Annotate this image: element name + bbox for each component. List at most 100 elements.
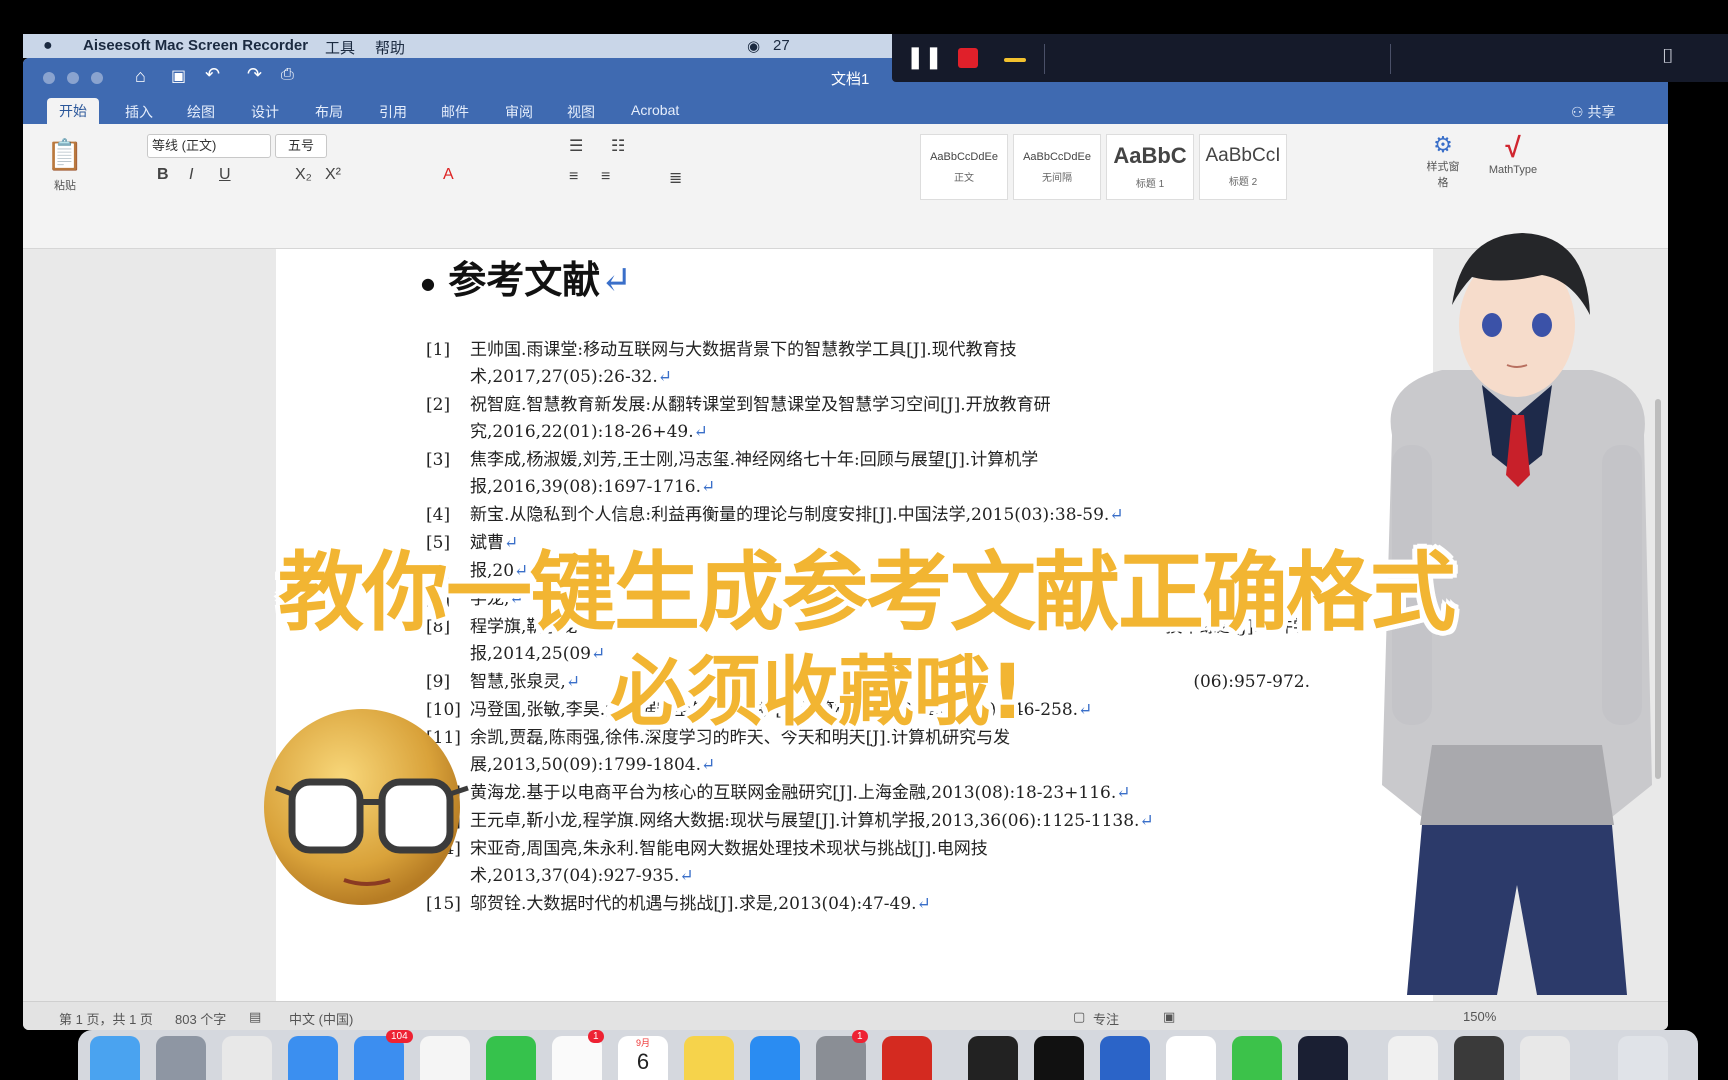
save-icon[interactable]: ▣ (171, 66, 186, 86)
reference-item: [14]宋亚奇,周国亮,朱永利.智能电网大数据处理技术现状与挑战[J].电网技术… (426, 836, 1306, 890)
paste-button[interactable]: 📋 粘贴 (45, 138, 85, 208)
reminders-icon[interactable]: 1 (552, 1030, 604, 1080)
font-color-icon[interactable]: A (443, 166, 454, 184)
recent-window-thumbnail[interactable] (1520, 1036, 1570, 1080)
reference-text: 黄海龙.基于以电商平台为核心的互联网金融研究[J].上海金融,2013(08):… (470, 780, 1310, 807)
style-heading-2[interactable]: AaBbCcI 标题 2 (1199, 134, 1287, 200)
apple-icon[interactable]: ● (43, 37, 53, 55)
reference-item: [2] 祝智庭.智慧教育新发展:从翻转课堂到智慧课堂及智慧学习空间[J].开放教育… (426, 392, 1306, 446)
undo-icon[interactable]: ↶ (205, 64, 220, 85)
mac-dock: 104 1 9月 6 1 (78, 1030, 1698, 1080)
tab-acrobat[interactable]: Acrobat (631, 102, 679, 118)
proofing-icon[interactable]: ▤ (249, 1009, 261, 1025)
zoom-window-button[interactable] (91, 72, 103, 84)
references-heading: ● 参考文献↵ (421, 249, 632, 304)
app-store-icon[interactable] (750, 1036, 800, 1080)
facetime-icon[interactable] (486, 1036, 536, 1080)
acrobat-icon[interactable] (882, 1036, 932, 1080)
mail-icon[interactable]: 104 (354, 1030, 413, 1080)
redo-icon[interactable]: ↷ (247, 64, 262, 85)
subscript-icon[interactable]: X₂ (295, 166, 312, 184)
paragraph-mark-icon: ↵ (565, 672, 581, 692)
recent-window-thumbnail[interactable] (1388, 1036, 1438, 1080)
bullets-icon[interactable]: ☰ (569, 136, 583, 156)
menu-help[interactable]: 帮助 (375, 37, 405, 58)
word-count[interactable]: 803 个字 (175, 1009, 226, 1028)
tab-design[interactable]: 设计 (251, 102, 279, 122)
document-title: 文档1 (831, 71, 870, 88)
camera-icon[interactable]: ⌷ (1662, 46, 1674, 69)
style-normal[interactable]: AaBbCcDdEe 正文 (920, 134, 1008, 200)
minimize-window-button[interactable] (67, 72, 79, 84)
tab-review[interactable]: 审阅 (505, 102, 533, 122)
reference-number: [1] (426, 340, 451, 360)
settings-icon[interactable]: 1 (816, 1030, 868, 1080)
bold-icon[interactable]: B (157, 166, 169, 184)
font-name-select[interactable]: 等线 (正文) (147, 134, 271, 158)
styles-pane-button[interactable]: ⚙ 样式窗格 (1423, 132, 1463, 190)
app-name[interactable]: Aiseesoft Mac Screen Recorder (83, 37, 308, 54)
menu-tools[interactable]: 工具 (325, 37, 355, 58)
numbering-icon[interactable]: ☷ (611, 136, 625, 156)
capcut-icon[interactable] (1034, 1036, 1084, 1080)
safari-icon[interactable] (288, 1036, 338, 1080)
reference-item: [3] 焦李成,杨淑媛,刘芳,王士刚,冯志玺.神经网络七十年:回顾与展望[J].计… (426, 447, 1306, 501)
reference-text: 焦李成,杨淑媛,刘芳,王士刚,冯志玺.神经网络七十年:回顾与展望[J].计算机学… (470, 447, 1310, 501)
tab-view[interactable]: 视图 (567, 102, 595, 122)
wechat-dock-icon[interactable] (1232, 1036, 1282, 1080)
tab-draw[interactable]: 绘图 (187, 102, 215, 122)
tab-insert[interactable]: 插入 (125, 102, 153, 122)
chrome-icon[interactable] (222, 1036, 272, 1080)
reference-item: [15] 邬贺铨.大数据时代的机遇与挑战[J].求是,2013(04):47-49… (426, 891, 1306, 918)
justify-icon[interactable]: ≣ (669, 168, 682, 188)
focus-icon[interactable]: ▢ (1073, 1009, 1085, 1025)
superscript-icon[interactable]: X² (325, 166, 341, 184)
terminal-icon[interactable] (968, 1036, 1018, 1080)
style-heading-1[interactable]: AaBbC 标题 1 (1106, 134, 1194, 200)
recorder-dock-icon[interactable] (1298, 1036, 1348, 1080)
focus-label[interactable]: 专注 (1093, 1009, 1119, 1028)
share-button[interactable]: ⚇ 共享 (1571, 102, 1615, 122)
underline-icon[interactable]: U (219, 166, 231, 184)
pause-icon[interactable]: ❚❚ (906, 44, 943, 70)
word-icon[interactable] (1100, 1036, 1150, 1080)
print-icon[interactable]: ⎙ (281, 66, 294, 84)
finder-icon[interactable] (90, 1036, 140, 1080)
mathtype-label: MathType (1488, 164, 1538, 176)
caption-line-2: 必须收藏哦! (610, 630, 1025, 740)
paragraph-mark-icon: ↵ (600, 258, 633, 302)
reference-text: 祝智庭.智慧教育新发展:从翻转课堂到智慧课堂及智慧学习空间[J].开放教育研 究,… (470, 392, 1310, 446)
style-name: 标题 2 (1228, 177, 1258, 188)
language[interactable]: 中文 (中国) (289, 1009, 353, 1028)
align-left-icon[interactable]: ≡ (569, 168, 578, 186)
calendar-icon[interactable]: 9月 6 (618, 1036, 668, 1080)
trash-icon[interactable] (1618, 1036, 1668, 1080)
tab-layout[interactable]: 布局 (315, 102, 343, 122)
page-info: 第 1 页，共 1 页 (59, 1012, 153, 1027)
tab-mailings[interactable]: 邮件 (441, 102, 469, 122)
mathtype-button[interactable]: √ MathType (1478, 132, 1548, 176)
home-icon[interactable]: ⌂ (135, 66, 146, 87)
font-size-select[interactable]: 五号 (275, 134, 327, 158)
reference-line: 术,2013,37(04):927-935.↵ (470, 866, 694, 886)
align-center-icon[interactable]: ≡ (601, 168, 610, 186)
style-name: 正文 (954, 173, 974, 184)
reference-text: 王元卓,靳小龙,程学旗.网络大数据:现状与展望[J].计算机学报,2013,36… (470, 808, 1310, 835)
wps-icon[interactable] (1166, 1036, 1216, 1080)
paragraph-mark-icon: ↵ (657, 367, 672, 387)
tab-references[interactable]: 引用 (379, 102, 407, 122)
italic-icon[interactable]: I (189, 166, 193, 184)
share-icon: ⚇ (1571, 104, 1588, 120)
stop-button[interactable] (958, 48, 978, 68)
launchpad-icon[interactable] (156, 1036, 206, 1080)
reference-number: [2] (426, 395, 451, 415)
photos-icon[interactable] (420, 1036, 470, 1080)
tab-home[interactable]: 开始 (47, 98, 99, 124)
notes-icon[interactable] (684, 1036, 734, 1080)
close-window-button[interactable] (43, 72, 55, 84)
style-no-spacing[interactable]: AaBbCcDdEe 无间隔 (1013, 134, 1101, 200)
minimize-recorder-icon[interactable] (1004, 58, 1026, 62)
print-layout-icon[interactable]: ▣ (1163, 1009, 1175, 1025)
recent-window-thumbnail[interactable] (1454, 1036, 1504, 1080)
wechat-icon[interactable]: ◉ (747, 37, 760, 55)
